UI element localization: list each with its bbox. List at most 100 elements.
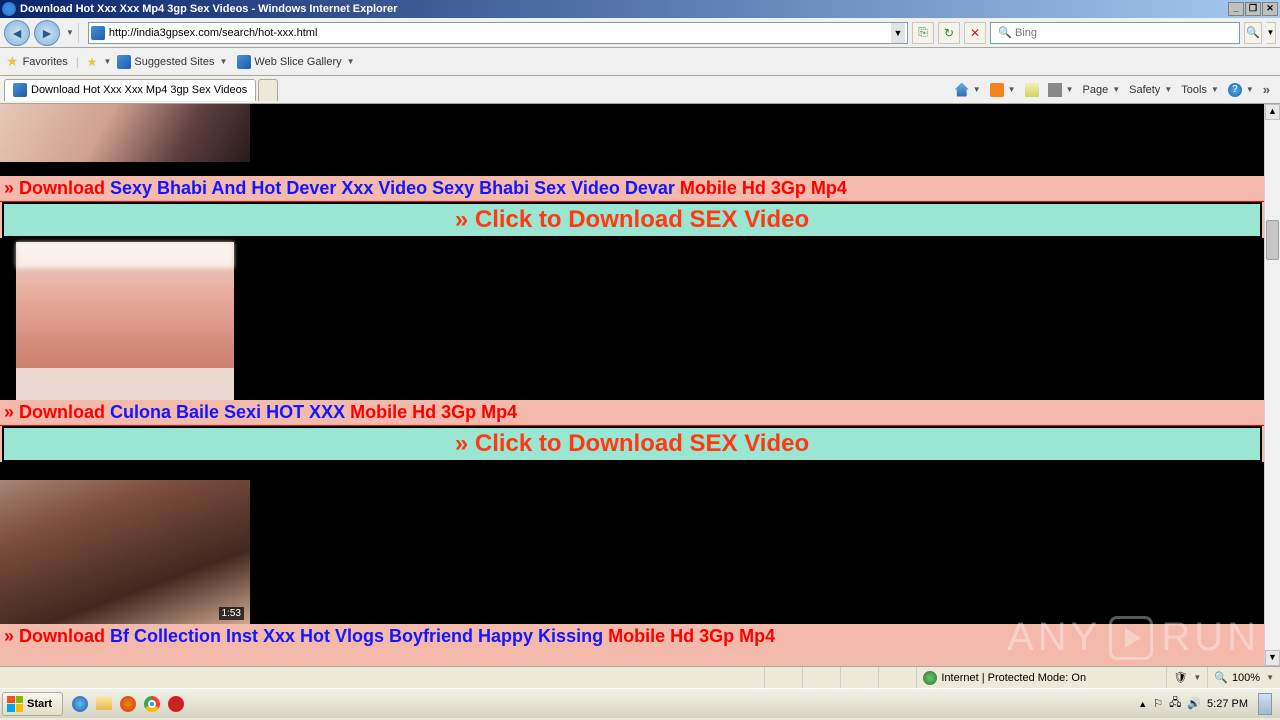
page-icon — [91, 26, 105, 40]
start-button[interactable]: Start — [2, 692, 63, 716]
tools-menu[interactable]: Tools▼ — [1177, 80, 1223, 100]
mail-button[interactable] — [1021, 80, 1043, 100]
back-button[interactable]: ◄ — [4, 20, 30, 46]
format-suffix: Mobile Hd 3Gp Mp4 — [608, 626, 775, 646]
globe-icon — [923, 671, 937, 685]
window-title: Download Hot Xxx Xxx Mp4 3gp Sex Videos … — [20, 3, 1228, 15]
format-suffix: Mobile Hd 3Gp Mp4 — [350, 402, 517, 422]
forward-button[interactable]: ► — [34, 20, 60, 46]
privacy-button[interactable]: 🛡▼ — [1166, 667, 1207, 688]
help-icon: ? — [1228, 83, 1242, 97]
print-button[interactable]: ▼ — [1044, 80, 1078, 100]
search-input[interactable] — [1015, 27, 1235, 39]
url-input[interactable] — [109, 27, 891, 39]
scroll-track[interactable] — [1265, 120, 1280, 650]
favorites-bar: ★ Favorites | ★ ▼ Suggested Sites ▼ Web … — [0, 48, 1280, 76]
tab-favicon-icon — [13, 83, 27, 97]
windows-taskbar: Start ▲ ⚐ 🖧 🔊 5:27 PM — [0, 688, 1280, 718]
address-bar[interactable]: ▼ — [88, 22, 908, 44]
favorites-star-icon[interactable]: ★ — [6, 53, 19, 70]
vertical-scrollbar[interactable]: ▲ ▼ — [1264, 104, 1280, 666]
zone-label: Internet | Protected Mode: On — [941, 672, 1086, 684]
more-commands-button[interactable]: » — [1259, 82, 1274, 97]
browser-tab[interactable]: Download Hot Xxx Xxx Mp4 3gp Sex Videos — [4, 79, 256, 101]
search-bar[interactable]: 🔍 — [990, 22, 1240, 44]
video-thumbnail[interactable] — [0, 104, 250, 176]
search-go-button[interactable]: 🔍 — [1244, 22, 1262, 44]
stop-button[interactable]: ✕ — [964, 22, 986, 44]
video-title-row[interactable]: » Download Culona Baile Sexi HOT XXX Mob… — [0, 400, 1264, 426]
print-icon — [1048, 83, 1062, 97]
tray-network-icon[interactable]: 🖧 — [1169, 694, 1181, 713]
download-banner[interactable]: » Click to Download SEX Video — [2, 202, 1262, 238]
ie-icon — [72, 696, 88, 712]
scroll-up-button[interactable]: ▲ — [1265, 104, 1280, 120]
tray-flag-icon[interactable]: ⚐ — [1153, 697, 1163, 710]
show-desktop-button[interactable] — [1258, 693, 1272, 715]
window-titlebar: Download Hot Xxx Xxx Mp4 3gp Sex Videos … — [0, 0, 1280, 18]
tray-expand-icon[interactable]: ▲ — [1138, 699, 1147, 709]
command-bar: ▼ ▼ ▼ Page▼ Safety▼ Tools▼ ?▼ » — [951, 80, 1280, 100]
safety-menu[interactable]: Safety▼ — [1125, 80, 1176, 100]
taskbar-media-button[interactable] — [117, 693, 139, 715]
format-suffix: Mobile Hd 3Gp Mp4 — [680, 178, 847, 198]
nav-toolbar: ◄ ► ▼ ▼ ⎘ ↻ ✕ 🔍 🔍 ▼ — [0, 18, 1280, 48]
add-favorite-icon[interactable]: ★ — [87, 55, 98, 69]
home-button[interactable]: ▼ — [951, 80, 985, 100]
ie-favicon-icon — [237, 55, 251, 69]
new-tab-button[interactable] — [258, 79, 278, 101]
tab-bar: Download Hot Xxx Xxx Mp4 3gp Sex Videos … — [0, 76, 1280, 104]
mail-icon — [1025, 83, 1039, 97]
zoom-control[interactable]: 🔍 100% ▼ — [1207, 667, 1280, 688]
search-provider-dropdown[interactable]: ▼ — [1266, 22, 1276, 44]
tray-volume-icon[interactable]: 🔊 — [1187, 697, 1201, 710]
url-dropdown[interactable]: ▼ — [891, 23, 905, 43]
download-prefix: » Download — [4, 626, 110, 646]
favorites-label[interactable]: Favorites — [23, 56, 68, 68]
duration-badge: 1:53 — [219, 607, 244, 620]
system-tray: ▲ ⚐ 🖧 🔊 5:27 PM — [1132, 693, 1278, 715]
video-title-row[interactable]: » Download Bf Collection Inst Xxx Hot Vl… — [0, 624, 1264, 649]
web-slice-link[interactable]: Web Slice Gallery ▼ — [233, 53, 358, 71]
ie-icon — [2, 2, 16, 16]
nav-history-dropdown[interactable]: ▼ — [66, 28, 74, 37]
tab-title: Download Hot Xxx Xxx Mp4 3gp Sex Videos — [31, 84, 247, 96]
video-thumbnail[interactable] — [16, 242, 234, 400]
maximize-button[interactable]: ❐ — [1245, 2, 1261, 16]
home-icon — [955, 83, 969, 97]
video-thumbnail[interactable]: 1:53 — [0, 466, 250, 624]
minimize-button[interactable]: _ — [1228, 2, 1244, 16]
web-slice-label: Web Slice Gallery — [254, 56, 341, 68]
feeds-button[interactable]: ▼ — [986, 80, 1020, 100]
refresh-button[interactable]: ↻ — [938, 22, 960, 44]
close-button[interactable]: ✕ — [1262, 2, 1278, 16]
windows-logo-icon — [7, 696, 23, 712]
taskbar-explorer-button[interactable] — [93, 693, 115, 715]
page-menu[interactable]: Page▼ — [1079, 80, 1125, 100]
ie-favicon-icon — [117, 55, 131, 69]
video-title: Bf Collection Inst Xxx Hot Vlogs Boyfrie… — [110, 626, 608, 646]
taskbar-ie-button[interactable] — [69, 693, 91, 715]
suggested-sites-label: Suggested Sites — [134, 56, 214, 68]
video-title: Culona Baile Sexi HOT XXX — [110, 402, 350, 422]
help-button[interactable]: ?▼ — [1224, 80, 1258, 100]
start-label: Start — [27, 698, 52, 710]
shield-icon: 🛡 — [1173, 671, 1187, 684]
status-bar: Internet | Protected Mode: On 🛡▼ 🔍 100% … — [0, 666, 1280, 688]
page-content: » Download Sexy Bhabi And Hot Dever Xxx … — [0, 104, 1264, 666]
video-title-row[interactable]: » Download Sexy Bhabi And Hot Dever Xxx … — [0, 176, 1264, 202]
suggested-sites-link[interactable]: Suggested Sites ▼ — [113, 53, 231, 71]
download-prefix: » Download — [4, 402, 110, 422]
search-icon: 🔍 — [995, 26, 1015, 39]
download-prefix: » Download — [4, 178, 110, 198]
scroll-thumb[interactable] — [1266, 220, 1279, 260]
taskbar-chrome-button[interactable] — [141, 693, 163, 715]
security-zone[interactable]: Internet | Protected Mode: On — [916, 667, 1166, 688]
taskbar-app-button[interactable] — [165, 693, 187, 715]
scroll-down-button[interactable]: ▼ — [1265, 650, 1280, 666]
chrome-icon — [144, 696, 160, 712]
compat-button[interactable]: ⎘ — [912, 22, 934, 44]
download-banner[interactable]: » Click to Download SEX Video — [2, 426, 1262, 462]
taskbar-clock[interactable]: 5:27 PM — [1207, 698, 1248, 710]
folder-icon — [96, 697, 112, 710]
